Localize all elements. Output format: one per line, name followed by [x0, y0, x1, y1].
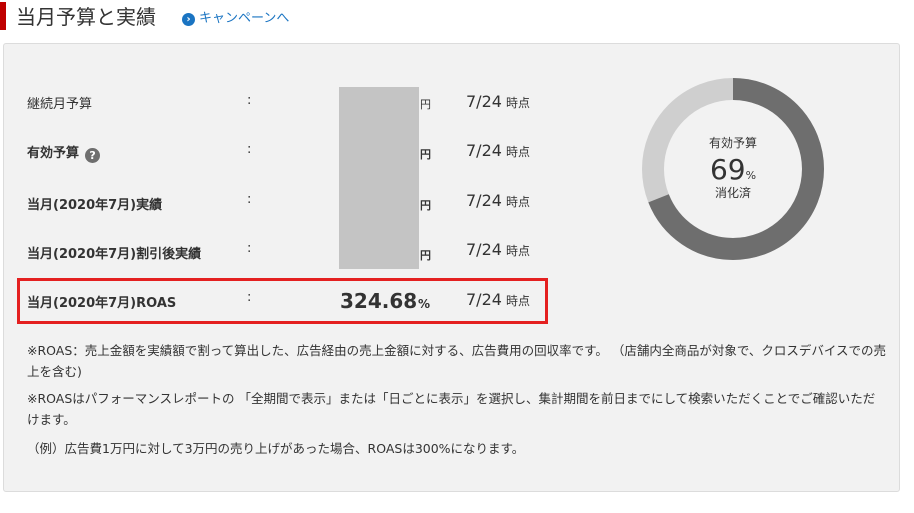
row-unit: 円 [420, 148, 431, 161]
row-date-value: 7/24 [466, 141, 502, 160]
header-accent-bar [0, 2, 6, 30]
row-date: 7/24 時点 [466, 290, 530, 311]
row-unit: 円 [420, 249, 431, 262]
row-date-value: 7/24 [466, 240, 502, 259]
row-colon: : [247, 241, 252, 256]
row-date: 7/24 時点 [466, 92, 530, 113]
row-colon: : [247, 142, 252, 157]
row-date: 7/24 時点 [466, 240, 530, 261]
campaign-link[interactable]: › キャンペーンへ [182, 10, 289, 28]
help-icon[interactable]: ? [85, 148, 101, 163]
row-unit: 円 [420, 98, 431, 111]
donut-percent-sign: % [745, 169, 757, 182]
note-roas-definition: ※ROAS：売上金額を実績額で割って算出した、広告経由の売上金額に対する、広告費… [27, 343, 886, 379]
row-date-value: 7/24 [466, 290, 502, 309]
row-date-suffix: 時点 [505, 195, 530, 209]
row-date-suffix: 時点 [505, 294, 530, 308]
row-colon: : [247, 192, 252, 207]
roas-value: 324.68 [340, 289, 418, 313]
note-roas-example: （例）広告費1万円に対して3万円の売り上げがあった場合、ROASは300%になり… [27, 441, 525, 456]
row-label-effective-budget: 有効予算 [27, 146, 80, 161]
row-date-value: 7/24 [466, 92, 502, 111]
note-roas-how-to-check: ※ROASはパフォーマンスレポートの 「全期間で表示」または「日ごとに表示」を選… [27, 391, 876, 427]
row-label-continuing-budget: 継続月予算 [27, 97, 93, 112]
donut-percent-value: 69 [709, 153, 746, 186]
row-label-monthly-actual: 当月(2020年7月)実績 [27, 198, 163, 213]
budget-donut-chart: 有効予算 69% 消化済 [630, 66, 836, 272]
row-unit: 円 [420, 199, 431, 212]
page-title: 当月予算と実績 [16, 5, 156, 29]
roas-unit: % [418, 297, 431, 311]
campaign-link-label: キャンペーンへ [199, 11, 290, 26]
row-date-suffix: 時点 [505, 145, 530, 159]
row-label-roas: 当月(2020年7月)ROAS [27, 296, 177, 311]
row-colon: : [247, 93, 252, 108]
row-date-suffix: 時点 [505, 244, 530, 258]
row-date: 7/24 時点 [466, 191, 530, 212]
donut-label-bottom: 消化済 [714, 186, 751, 200]
row-date-value: 7/24 [466, 191, 502, 210]
row-label-discounted-actual: 当月(2020年7月)割引後実績 [27, 247, 202, 262]
row-date: 7/24 時点 [466, 141, 530, 162]
masked-values [339, 87, 419, 269]
row-effective-budget: 有効予算? [27, 145, 101, 163]
arrow-right-circle-icon: › [182, 12, 195, 26]
row-colon: : [247, 290, 252, 305]
row-date-suffix: 時点 [505, 96, 530, 110]
donut-label-top: 有効予算 [708, 136, 757, 150]
